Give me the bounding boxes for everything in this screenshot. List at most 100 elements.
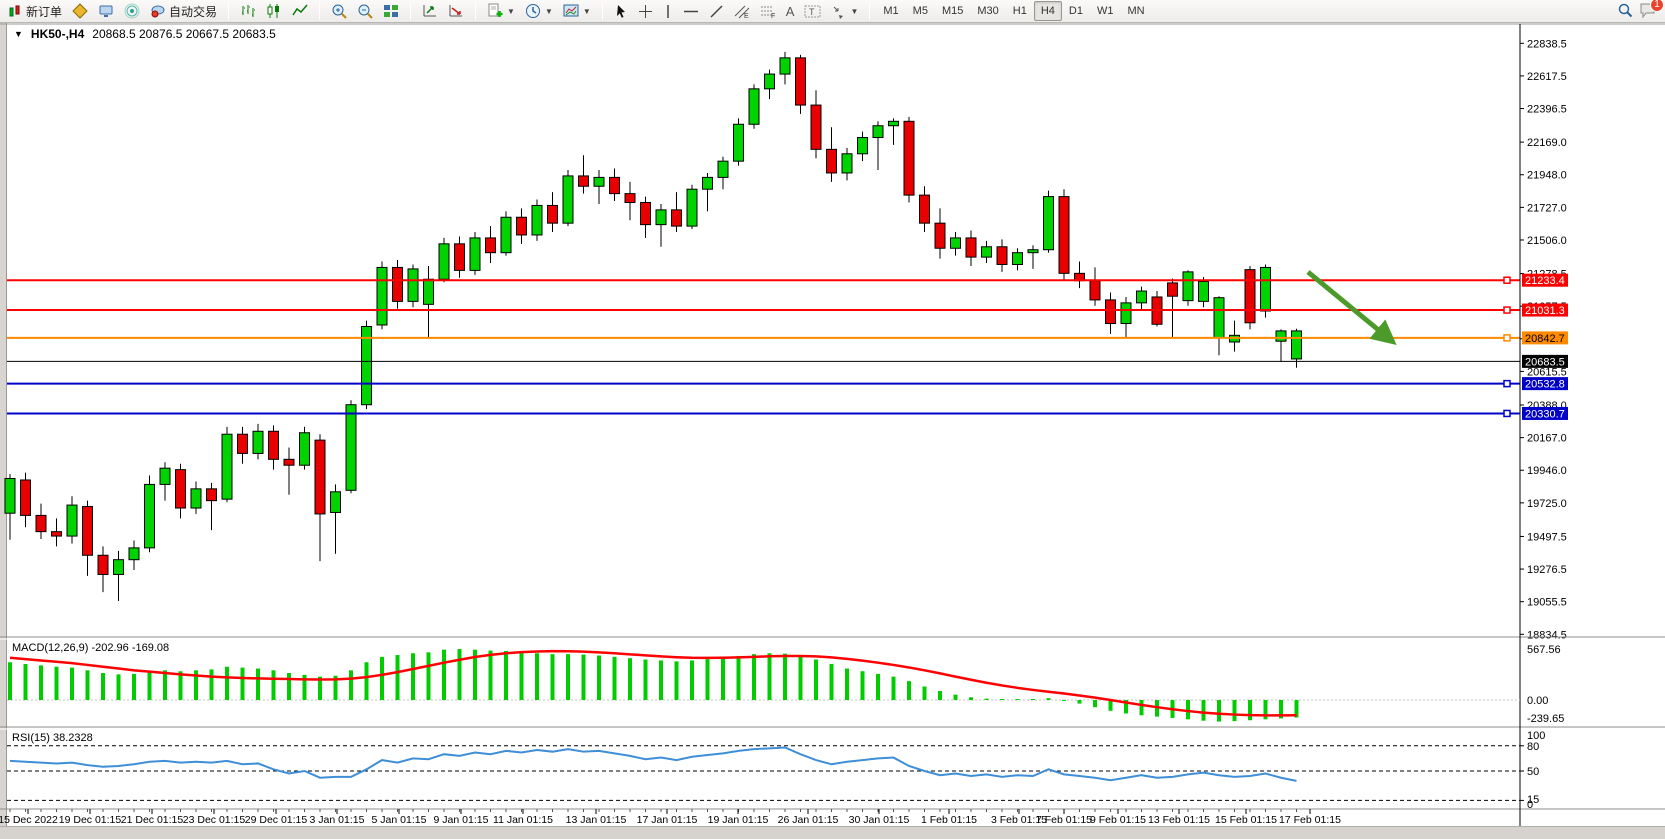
zoom-out-icon [357, 3, 373, 19]
periods-button[interactable]: ▼ [520, 1, 558, 21]
dropdown-caret[interactable]: ▼ [583, 7, 591, 16]
candlestick-icon [266, 3, 282, 19]
new-order-button[interactable]: 新订单 [3, 1, 67, 21]
templates-button[interactable]: ▼ [558, 1, 596, 21]
tile-windows-icon [383, 3, 399, 19]
svg-text:1 Feb 01:15: 1 Feb 01:15 [921, 814, 977, 826]
notifications-button[interactable]: 1 [1639, 2, 1657, 21]
arrows-icon [831, 4, 846, 19]
svg-text:7 Feb 01:15: 7 Feb 01:15 [1036, 814, 1092, 826]
indicators-icon [487, 3, 503, 19]
tile-windows-button[interactable] [378, 1, 404, 21]
trendline-tool-button[interactable] [704, 1, 729, 21]
svg-text:F: F [771, 13, 775, 19]
timeframe-h4[interactable]: H4 [1034, 1, 1062, 21]
svg-text:80: 80 [1527, 741, 1539, 753]
svg-text:5 Jan 01:15: 5 Jan 01:15 [372, 814, 427, 826]
terminal-button[interactable] [93, 1, 119, 21]
templates-icon [563, 3, 579, 19]
zoom-in-button[interactable] [326, 1, 352, 21]
clock-icon [525, 3, 541, 19]
crosshair-tool-button[interactable] [633, 1, 658, 21]
ohlc-values: 20868.5 20876.5 20667.5 20683.5 [92, 27, 276, 41]
svg-text:21948.0: 21948.0 [1527, 170, 1567, 182]
separator [602, 2, 603, 20]
timeframe-h1[interactable]: H1 [1006, 1, 1034, 21]
signal-button[interactable] [119, 1, 145, 21]
indicators-button[interactable]: ▼ [482, 1, 520, 21]
drawing-tools-group: E F A T ▼ [606, 0, 867, 22]
svg-text:19276.5: 19276.5 [1527, 564, 1567, 576]
vertical-line-tool-button[interactable] [658, 1, 678, 21]
svg-text:3 Jan 01:15: 3 Jan 01:15 [310, 814, 365, 826]
zoom-out-button[interactable] [352, 1, 378, 21]
arrange-group [414, 0, 472, 22]
svg-text:19 Jan 01:15: 19 Jan 01:15 [708, 814, 769, 826]
svg-text:21031.3: 21031.3 [1525, 305, 1565, 317]
separator [410, 2, 411, 20]
svg-text:21 Dec 01:15: 21 Dec 01:15 [121, 814, 184, 826]
bar-chart-icon [240, 3, 256, 19]
text-label-tool-button[interactable]: T [799, 1, 826, 21]
timeframe-w1[interactable]: W1 [1090, 1, 1121, 21]
notification-badge[interactable]: 1 [1650, 0, 1664, 12]
trade-group: 新订单 自动交易 [0, 0, 225, 22]
svg-text:22838.5: 22838.5 [1527, 38, 1567, 50]
svg-text:0: 0 [1527, 799, 1533, 811]
chart-shift-button[interactable] [417, 1, 443, 21]
signal-icon [124, 3, 140, 19]
svg-text:26 Jan 01:15: 26 Jan 01:15 [778, 814, 839, 826]
timeframe-d1[interactable]: D1 [1062, 1, 1090, 21]
horizontal-scrollbar[interactable] [0, 826, 1665, 839]
toolbar-right-group: 1 [1617, 2, 1665, 21]
svg-text:19 Dec 01:15: 19 Dec 01:15 [59, 814, 122, 826]
rsi-indicator-label: RSI(15) 38.2328 [12, 732, 93, 744]
svg-text:19725.0: 19725.0 [1527, 498, 1567, 510]
candlestick-button[interactable] [261, 1, 287, 21]
svg-text:22617.5: 22617.5 [1527, 71, 1567, 83]
svg-text:20683.5: 20683.5 [1525, 356, 1565, 368]
cursor-icon [614, 4, 628, 19]
macd-indicator-label: MACD(12,26,9) -202.96 -169.08 [12, 642, 169, 654]
chart-type-group [232, 0, 316, 22]
timeframe-mn[interactable]: MN [1120, 1, 1151, 21]
bar-chart-button[interactable] [235, 1, 261, 21]
chart-canvas[interactable]: 22838.522617.522396.522169.021948.021727… [0, 23, 1665, 826]
svg-text:19946.0: 19946.0 [1527, 465, 1567, 477]
svg-text:13 Jan 01:15: 13 Jan 01:15 [566, 814, 627, 826]
svg-text:19055.5: 19055.5 [1527, 597, 1567, 609]
arrows-tool-button[interactable]: ▼ [826, 1, 863, 21]
timeframe-m5[interactable]: M5 [906, 1, 935, 21]
channel-tool-button[interactable]: E [729, 1, 755, 21]
collapse-triangle-icon[interactable]: ▼ [14, 29, 23, 39]
dropdown-caret[interactable]: ▼ [507, 7, 515, 16]
auto-trading-button[interactable]: 自动交易 [145, 1, 222, 21]
dropdown-caret[interactable]: ▼ [545, 7, 553, 16]
vertical-line-icon [663, 4, 673, 19]
timeframe-m30[interactable]: M30 [970, 1, 1005, 21]
timeframe-m15[interactable]: M15 [935, 1, 970, 21]
svg-text:0.00: 0.00 [1527, 695, 1548, 707]
search-icon[interactable] [1617, 2, 1633, 21]
svg-text:19497.5: 19497.5 [1527, 531, 1567, 543]
line-chart-button[interactable] [287, 1, 313, 21]
symbol-period-label: HK50-,H4 [31, 27, 84, 41]
svg-text:50: 50 [1527, 766, 1539, 778]
auto-scroll-button[interactable] [443, 1, 469, 21]
text-tool-button[interactable]: A [781, 1, 800, 21]
timeframe-group: M1 M5 M15 M30 H1 H4 D1 W1 MN [873, 0, 1154, 22]
svg-text:T: T [809, 7, 815, 17]
svg-text:15 Feb 01:15: 15 Feb 01:15 [1215, 814, 1277, 826]
fibonacci-tool-button[interactable]: F [755, 1, 781, 21]
cursor-tool-button[interactable] [609, 1, 633, 21]
auto-trading-icon [150, 3, 166, 19]
chart-title: ▼ HK50-,H4 20868.5 20876.5 20667.5 20683… [14, 27, 276, 41]
dropdown-caret[interactable]: ▼ [850, 7, 858, 16]
svg-text:20167.0: 20167.0 [1527, 433, 1567, 445]
zoom-in-icon [331, 3, 347, 19]
auto-trading-label: 自动交易 [169, 3, 217, 20]
timeframe-m1[interactable]: M1 [876, 1, 905, 21]
horizontal-line-tool-button[interactable] [678, 1, 704, 21]
market-watch-button[interactable] [67, 1, 93, 21]
trendline-icon [709, 4, 724, 19]
